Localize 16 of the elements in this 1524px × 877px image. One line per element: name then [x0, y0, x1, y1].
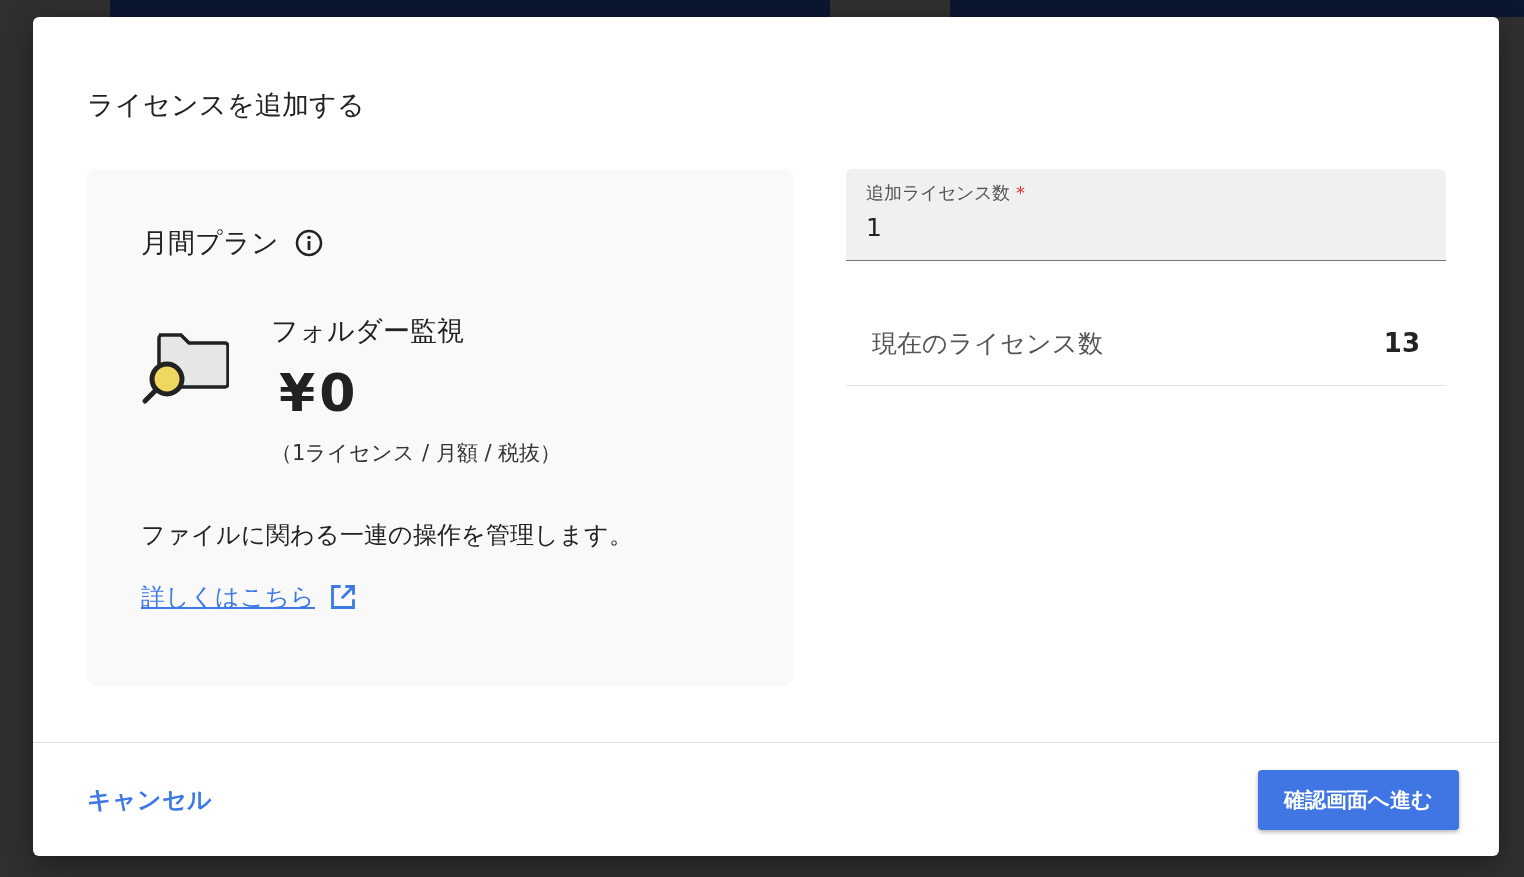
plan-name: 月間プラン	[141, 226, 279, 261]
license-count-input[interactable]: 1	[866, 213, 1426, 243]
current-license-label: 現在のライセンス数	[872, 327, 1103, 360]
plan-description: ファイルに関わる一連の操作を管理します。	[141, 520, 634, 552]
dialog-title: ライセンスを追加する	[86, 88, 366, 122]
price: ¥0	[279, 363, 361, 424]
current-license-count: 13	[1383, 328, 1420, 359]
external-link-icon[interactable]	[329, 583, 357, 612]
details-link[interactable]: 詳しくはこちら	[141, 581, 315, 614]
license-count-field[interactable]: 追加ライセンス数 * 1	[846, 169, 1446, 262]
confirm-button[interactable]: 確認画面へ進む	[1258, 769, 1459, 830]
field-label: 追加ライセンス数 *	[866, 181, 1026, 206]
price-note: （1ライセンス / 月額 / 税抜）	[271, 440, 562, 468]
info-icon[interactable]	[295, 229, 323, 258]
product-name: フォルダー監視	[271, 314, 465, 349]
cancel-button[interactable]: キャンセル	[87, 783, 212, 816]
